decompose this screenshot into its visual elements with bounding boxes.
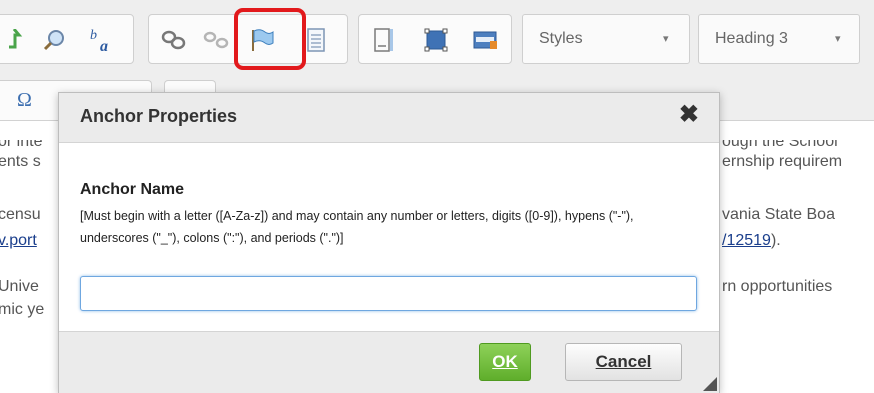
doc-link[interactable]: v.port xyxy=(0,231,37,251)
div-container-button[interactable] xyxy=(369,25,399,55)
dialog-body: Anchor Name [Must begin with a letter ([… xyxy=(59,143,719,331)
resize-handle-icon[interactable] xyxy=(703,377,717,391)
ok-button[interactable]: OK xyxy=(479,343,531,381)
select-all-icon xyxy=(424,28,448,52)
doc-text: or inte xyxy=(0,133,43,150)
anchor-properties-dialog: Anchor Properties ✖ Anchor Name [Must be… xyxy=(58,92,720,393)
spellcheck-button[interactable]: b a xyxy=(87,25,117,55)
unlink-icon xyxy=(203,31,229,49)
replace-button[interactable] xyxy=(1,25,31,55)
doc-text: rn opportunities xyxy=(722,278,833,295)
styles-combo-label: Styles xyxy=(539,30,583,47)
cancel-button[interactable]: Cancel xyxy=(565,343,682,381)
svg-text:a: a xyxy=(100,38,108,53)
doc-text: ernship requirem xyxy=(722,153,843,170)
anchor-name-input[interactable] xyxy=(80,276,697,311)
doc-text: ents s xyxy=(0,153,41,170)
html-block-icon xyxy=(473,31,497,49)
dialog-footer: OK Cancel xyxy=(59,331,719,393)
close-icon[interactable]: ✖ xyxy=(679,102,699,128)
styles-combo[interactable]: Styles ▾ xyxy=(522,14,690,64)
doc-text: censu xyxy=(0,206,41,223)
dialog-title: Anchor Properties xyxy=(80,106,238,126)
omega-icon[interactable]: Ω xyxy=(17,89,32,112)
doc-link-tail: /12519). xyxy=(722,231,781,251)
doc-text: ). xyxy=(770,232,781,249)
doc-text: vania State Boa xyxy=(722,206,835,223)
doc-text: mic ye xyxy=(0,301,45,318)
highlighted-anchor-button-outline xyxy=(234,8,306,70)
link-icon xyxy=(161,30,186,50)
doc-text: Unive xyxy=(0,278,39,295)
document-icon xyxy=(307,28,325,52)
format-combo[interactable]: Heading 3 ▾ xyxy=(698,14,860,64)
html-block-button[interactable] xyxy=(471,25,501,55)
toolbar-group-editing: b a xyxy=(0,14,134,64)
chevron-down-icon: ▾ xyxy=(835,33,841,45)
doc-text: ough the School xyxy=(722,133,838,150)
anchor-name-label: Anchor Name xyxy=(80,181,185,198)
anchor-name-hint: [Must begin with a letter ([A-Za-z]) and… xyxy=(80,209,634,245)
doc-link[interactable]: /12519 xyxy=(722,232,771,249)
svg-text:b: b xyxy=(90,28,97,43)
link-button[interactable] xyxy=(159,25,189,55)
unlink-button[interactable] xyxy=(201,25,231,55)
chevron-down-icon: ▾ xyxy=(663,33,669,45)
spellcheck-icon: b a xyxy=(90,28,108,53)
find-button[interactable] xyxy=(39,25,69,55)
replace-icon xyxy=(9,29,23,49)
format-combo-label: Heading 3 xyxy=(715,30,788,47)
select-all-button[interactable] xyxy=(421,25,451,55)
dialog-title-bar[interactable]: Anchor Properties ✖ xyxy=(59,93,719,143)
find-icon xyxy=(43,30,64,51)
div-container-icon xyxy=(374,28,393,52)
toolbar-group-blocks xyxy=(358,14,512,64)
